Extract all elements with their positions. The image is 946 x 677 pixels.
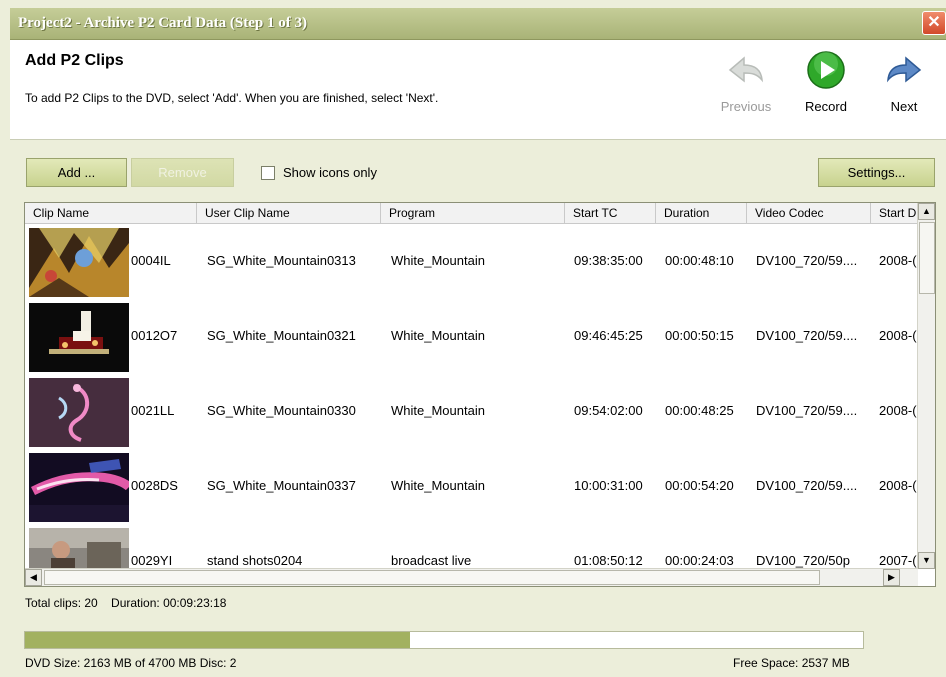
start-tc-cell: 10:00:31:00 — [574, 478, 643, 493]
show-icons-label: Show icons only — [283, 165, 377, 180]
start-date-cell: 2008-( — [879, 403, 917, 418]
back-arrow-icon — [728, 56, 763, 83]
video-codec-cell: DV100_720/59.... — [756, 478, 858, 493]
next-label: Next — [890, 99, 918, 114]
settings-button[interactable]: Settings... — [818, 158, 935, 187]
disc-usage-progress — [24, 631, 864, 649]
start-tc-cell: 09:38:35:00 — [574, 253, 643, 268]
horizontal-scrollbar[interactable]: ◀ ▶ — [25, 568, 918, 586]
user-clip-name-cell: SG_White_Mountain0313 — [207, 253, 356, 268]
clip-thumbnail — [29, 453, 129, 522]
duration-cell: 00:00:48:10 — [665, 253, 734, 268]
program-cell: White_Mountain — [391, 403, 485, 418]
scroll-up-icon[interactable]: ▲ — [918, 203, 935, 220]
add-button[interactable]: Add ... — [26, 158, 127, 187]
start-date-cell: 2008-( — [879, 253, 917, 268]
wizard-header: Add P2 Clips To add P2 Clips to the DVD,… — [10, 40, 946, 140]
clip-summary: Total clips: 20 Duration: 00:09:23:18 — [25, 596, 226, 610]
horizontal-scroll-thumb[interactable] — [44, 570, 820, 585]
scroll-down-icon[interactable]: ▼ — [918, 552, 935, 569]
disc-usage-fill — [25, 632, 411, 648]
video-codec-cell: DV100_720/59.... — [756, 328, 858, 343]
program-cell: broadcast live — [391, 553, 472, 568]
clip-name-cell: 0028DS — [131, 478, 178, 493]
total-duration: Duration: 00:09:23:18 — [111, 596, 227, 610]
duration-cell: 00:00:50:15 — [665, 328, 734, 343]
column-header-user-clip-name[interactable]: User Clip Name — [197, 203, 381, 223]
vertical-scroll-thumb[interactable] — [919, 222, 935, 294]
user-clip-name-cell: SG_White_Mountain0321 — [207, 328, 356, 343]
program-cell: White_Mountain — [391, 328, 485, 343]
start-date-cell: 2007-( — [879, 553, 917, 568]
start-tc-cell: 01:08:50:12 — [574, 553, 643, 568]
step-description: To add P2 Clips to the DVD, select 'Add'… — [25, 91, 439, 105]
user-clip-name-cell: SG_White_Mountain0337 — [207, 478, 356, 493]
app-window: Project2 - Archive P2 Card Data (Step 1 … — [0, 0, 946, 677]
start-date-cell: 2008-( — [879, 478, 917, 493]
title-bar: Project2 - Archive P2 Card Data (Step 1 … — [10, 8, 946, 40]
next-button[interactable]: Next — [871, 50, 937, 120]
video-codec-cell: DV100_720/50p — [756, 553, 850, 568]
table-row[interactable]: 0028DS SG_White_Mountain0337 White_Mount… — [25, 450, 918, 525]
previous-label: Previous — [720, 99, 772, 114]
vertical-scrollbar[interactable]: ▲ ▼ — [917, 203, 935, 569]
column-header-video-codec[interactable]: Video Codec — [747, 203, 871, 223]
dvd-size: DVD Size: 2163 MB of 4700 MB Disc: 2 — [25, 656, 237, 670]
program-cell: White_Mountain — [391, 478, 485, 493]
clip-name-cell: 0021LL — [131, 403, 175, 418]
clip-name-cell: 0029YI — [131, 553, 173, 568]
record-button[interactable]: Record — [793, 50, 859, 120]
start-tc-cell: 09:54:02:00 — [574, 403, 643, 418]
table-row[interactable]: 0021LL SG_White_Mountain0330 White_Mount… — [25, 375, 918, 450]
close-button[interactable]: ✕ — [922, 11, 946, 35]
clip-thumbnail — [29, 228, 129, 297]
column-header-duration[interactable]: Duration — [656, 203, 747, 223]
column-header-clip-name[interactable]: Clip Name — [25, 203, 197, 223]
duration-cell: 00:00:24:03 — [665, 553, 734, 568]
video-codec-cell: DV100_720/59.... — [756, 253, 858, 268]
step-title: Add P2 Clips — [25, 52, 124, 69]
clip-name-cell: 0012O7 — [131, 328, 178, 343]
start-date-cell: 2008-( — [879, 328, 917, 343]
table-row[interactable]: 0012O7 SG_White_Mountain0321 White_Mount… — [25, 300, 918, 375]
column-header-program[interactable]: Program — [381, 203, 565, 223]
user-clip-name-cell: SG_White_Mountain0330 — [207, 403, 356, 418]
column-header-start-tc[interactable]: Start TC — [565, 203, 656, 223]
previous-button[interactable]: Previous — [713, 50, 779, 120]
play-record-icon — [807, 51, 845, 89]
program-cell: White_Mountain — [391, 253, 485, 268]
duration-cell: 00:00:48:25 — [665, 403, 734, 418]
table-header: Clip Name User Clip Name Program Start T… — [25, 203, 918, 224]
user-clip-name-cell: stand shots0204 — [207, 553, 303, 568]
scroll-right-icon[interactable]: ▶ — [883, 569, 900, 586]
clip-table[interactable]: Clip Name User Clip Name Program Start T… — [24, 202, 936, 587]
video-codec-cell: DV100_720/59.... — [756, 403, 858, 418]
clip-thumbnail — [29, 378, 129, 447]
main-content: Add ... Remove Show icons only Settings.… — [10, 141, 946, 677]
column-header-start-date[interactable]: Start D — [871, 203, 918, 223]
free-space: Free Space: 2537 MB — [733, 656, 850, 670]
show-icons-checkbox[interactable] — [261, 166, 275, 180]
start-tc-cell: 09:46:45:25 — [574, 328, 643, 343]
duration-cell: 00:00:54:20 — [665, 478, 734, 493]
remove-button[interactable]: Remove — [131, 158, 234, 187]
total-clips: Total clips: 20 — [25, 596, 98, 610]
forward-arrow-icon — [887, 56, 922, 83]
record-label: Record — [805, 99, 847, 114]
window-title: Project2 - Archive P2 Card Data (Step 1 … — [18, 15, 307, 31]
table-row[interactable]: 0004IL SG_White_Mountain0313 White_Mount… — [25, 225, 918, 300]
clip-thumbnail — [29, 303, 129, 372]
scroll-left-icon[interactable]: ◀ — [25, 569, 42, 586]
clip-name-cell: 0004IL — [131, 253, 171, 268]
